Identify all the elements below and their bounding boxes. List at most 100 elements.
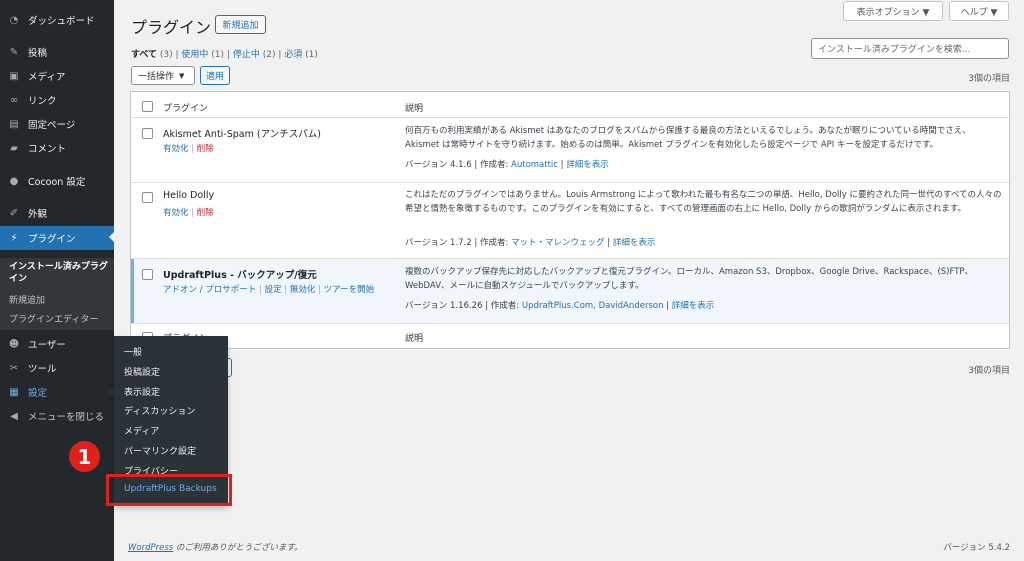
plugin-meta: バージョン 1.7.2 | 作成者: マット・マレンウェッグ | 詳細を表示 (405, 238, 656, 248)
sidebar-item-label: リンク (28, 96, 57, 107)
admin-sidebar: ◔ ダッシュボード ✎ 投稿 ▣ メディア ∞ リンク ▤ 固定ページ ▰ コメ… (0, 0, 114, 561)
plugin-search-input[interactable]: インストール済みプラグインを検索... (811, 38, 1009, 59)
sidebar-item-settings[interactable]: ▦ 設定 (0, 381, 114, 403)
filter-must-use[interactable]: 必須 (284, 50, 302, 60)
sidebar-item-label: ユーザー (28, 340, 66, 351)
delete-link[interactable]: 削除 (197, 208, 214, 218)
add-new-button[interactable]: 新規追加 (215, 15, 266, 34)
sidebar-item-pages[interactable]: ▤ 固定ページ (0, 113, 114, 135)
submenu-add-new[interactable]: 新規追加 (9, 293, 45, 306)
plugin-meta: バージョン 1.16.26 | 作成者: UpdraftPlus.Com, Da… (405, 301, 715, 311)
sidebar-item-collapse[interactable]: ◀ メニューを閉じる (0, 405, 114, 427)
submenu-installed-plugins[interactable]: インストール済みプラグイン (9, 261, 109, 285)
plugin-status-filters: すべて (3) | 使用中 (1) | 停止中 (2) | 必須 (1) (131, 50, 318, 60)
sidebar-item-label: プラグイン (28, 234, 76, 245)
sidebar-item-label: ダッシュボード (28, 16, 95, 27)
version-value: 4.1.6 (450, 160, 472, 170)
plugin-name-updraftplus: UpdraftPlus - バックアップ/復元 (163, 270, 317, 281)
row-actions-akismet: 有効化 | 削除 (163, 144, 214, 154)
settings-link[interactable]: 設定 (265, 285, 282, 295)
flyout-item-permalinks[interactable]: パーマリンク設定 (124, 444, 196, 457)
brush-icon: ✐ (9, 207, 19, 219)
version-label: バージョン (405, 160, 448, 170)
sidebar-item-tools[interactable]: ✂ ツール (0, 357, 114, 379)
bulk-action-select-value: 一括操作 (138, 72, 175, 82)
sidebar-item-links[interactable]: ∞ リンク (0, 89, 114, 111)
row-actions-hello-dolly: 有効化 | 削除 (163, 208, 214, 218)
author-label: 作成者: (479, 238, 509, 248)
plugin-name-hello-dolly: Hello Dolly (163, 190, 215, 201)
author-link[interactable]: Automattic (511, 160, 558, 170)
wrench-icon: ✂ (9, 362, 19, 374)
filter-all[interactable]: すべて (131, 50, 157, 60)
bulk-action-select[interactable]: 一括操作 ▼ (131, 66, 195, 85)
sidebar-item-label: コメント (28, 144, 67, 155)
flyout-item-general[interactable]: 一般 (124, 345, 142, 358)
column-header-plugin: プラグイン (163, 104, 209, 114)
row-checkbox-hello-dolly[interactable] (142, 192, 153, 203)
sidebar-item-dashboard[interactable]: ◔ ダッシュボード (0, 9, 114, 31)
apply-button[interactable]: 適用 (200, 66, 230, 85)
sidebar-item-comments[interactable]: ▰ コメント (0, 137, 114, 159)
details-link[interactable]: 詳細を表示 (672, 301, 715, 311)
details-link[interactable]: 詳細を表示 (566, 160, 609, 170)
chevron-down-icon: ▼ (179, 71, 185, 80)
author-link[interactable]: UpdraftPlus.Com, DavidAnderson (522, 301, 664, 311)
plugin-description: 複数のバックアップ保存先に対応したバックアップと復元プラグイン。ローカル、Ama… (405, 267, 974, 291)
activate-link[interactable]: 有効化 (163, 144, 189, 154)
row-checkbox-akismet[interactable] (142, 128, 153, 139)
author-label: 作成者: (479, 160, 509, 170)
sidebar-item-posts[interactable]: ✎ 投稿 (0, 41, 114, 63)
filter-active-count: (1) (211, 50, 225, 60)
screen-options-button[interactable]: 表示オプション ▼ (843, 1, 943, 21)
sidebar-item-media[interactable]: ▣ メディア (0, 65, 114, 87)
filter-inactive[interactable]: 停止中 (233, 50, 260, 60)
flyout-item-reading[interactable]: 表示設定 (124, 385, 160, 398)
deactivate-link[interactable]: 無効化 (290, 285, 316, 295)
sidebar-item-appearance[interactable]: ✐ 外観 (0, 202, 114, 224)
sidebar-item-label: メディア (28, 72, 66, 83)
flyout-item-discussion[interactable]: ディスカッション (124, 404, 195, 417)
select-all-checkbox[interactable] (142, 101, 153, 112)
plugin-icon: ⚡ (10, 232, 18, 244)
plugin-meta: バージョン 4.1.6 | 作成者: Automattic | 詳細を表示 (405, 160, 609, 170)
flyout-item-media[interactable]: メディア (124, 424, 159, 437)
version-value: 1.7.2 (450, 238, 472, 248)
user-icon: ☻ (8, 338, 20, 350)
addons-link[interactable]: アドオン / プロサポート (163, 285, 256, 295)
plugin-name-akismet: Akismet Anti-Spam (アンチスパム) (163, 129, 321, 140)
footer-thanks: WordPress のご利用ありがとうございます。 (128, 541, 303, 553)
filter-all-count: (3) (159, 50, 173, 60)
divider (131, 117, 1009, 118)
item-count: 3個の項目 (968, 74, 1010, 84)
highlight-box (106, 474, 232, 506)
pin-icon: ✎ (9, 46, 19, 58)
row-actions-updraftplus: アドオン / プロサポート | 設定 | 無効化 | ツアーを開始 (163, 285, 375, 295)
link-icon: ∞ (9, 94, 19, 106)
flyout-item-writing[interactable]: 投稿設定 (124, 365, 160, 378)
row-checkbox-updraftplus[interactable] (142, 269, 153, 280)
sidebar-item-plugins[interactable]: ⚡ プラグイン (0, 226, 114, 250)
sidebar-item-cocoon[interactable]: ● Cocoon 設定 (0, 170, 114, 192)
filter-must-use-count: (1) (305, 50, 318, 60)
help-button[interactable]: ヘルプ ▼ (949, 1, 1009, 21)
sidebar-item-label: メニューを閉じる (28, 412, 105, 423)
sidebar-item-label: Cocoon 設定 (28, 177, 86, 188)
author-link[interactable]: マット・マレンウェッグ (511, 238, 605, 248)
sidebar-item-users[interactable]: ☻ ユーザー (0, 333, 114, 355)
dashboard-icon: ◔ (9, 14, 19, 26)
details-link[interactable]: 詳細を表示 (613, 238, 656, 248)
start-tour-link[interactable]: ツアーを開始 (324, 285, 375, 295)
wordpress-link[interactable]: WordPress (128, 543, 173, 553)
sidebar-item-label: 固定ページ (28, 120, 76, 131)
sidebar-item-label: 設定 (28, 388, 48, 399)
divider (131, 323, 1009, 324)
page-title: プラグイン (131, 18, 212, 37)
submenu-plugin-editor[interactable]: プラグインエディター (9, 312, 98, 325)
activate-link[interactable]: 有効化 (163, 208, 189, 218)
delete-link[interactable]: 削除 (197, 144, 214, 154)
filter-active[interactable]: 使用中 (181, 50, 208, 60)
footer-thanks-text: のご利用ありがとうございます。 (173, 543, 303, 553)
step-number-badge: 1 (69, 441, 100, 472)
plugin-description: 何百万もの利用実績がある Akismet はあなたのブログをスパムから保護する最… (405, 126, 971, 150)
